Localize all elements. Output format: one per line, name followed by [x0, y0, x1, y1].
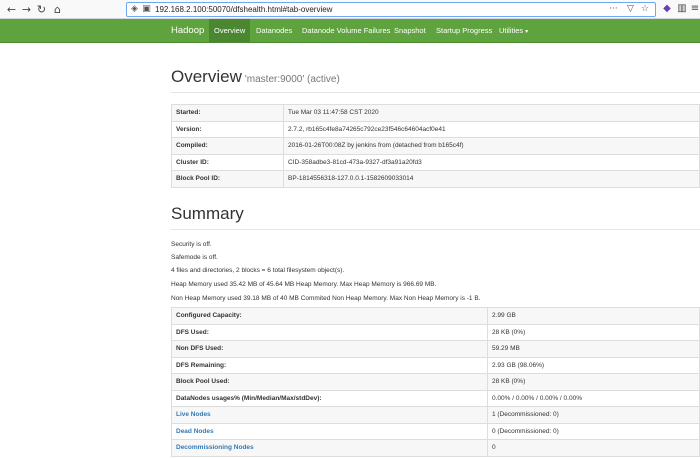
hadoop-navbar: Hadoop Overview Datanodes Datanode Volum… — [0, 19, 700, 43]
star-icon[interactable]: ☆ — [641, 4, 649, 15]
table-row: Non DFS Used: 59.29 MB — [171, 340, 700, 358]
row-value: 0 (Decommissioned: 0) — [487, 422, 700, 440]
tab-startup-progress[interactable]: Startup Progress — [431, 19, 497, 43]
row-value: 28 KB (0%) — [487, 373, 700, 391]
row-key: DFS Remaining: — [171, 356, 488, 374]
table-row: Version: 2.7.2, rb165c4fe8a74265c792ce23f… — [171, 120, 700, 138]
sidebar-icon[interactable]: ▥ — [676, 3, 688, 15]
table-row: Configured Capacity: 2.99 GB — [171, 307, 700, 325]
summary-title: Summary — [171, 204, 244, 223]
reload-icon[interactable]: ↻ — [34, 2, 49, 17]
summary-line: Heap Memory used 35.42 MB of 45.64 MB He… — [171, 281, 437, 288]
overview-title: Overview — [171, 67, 242, 86]
summary-line: Non Heap Memory used 39.18 MB of 40 MB C… — [171, 295, 481, 302]
table-row: Block Pool Used: 28 KB (0%) — [171, 373, 700, 391]
summary-line: 4 files and directories, 2 blocks = 6 to… — [171, 267, 345, 274]
table-row: DataNodes usages% (Min/Median/Max/stdDev… — [171, 389, 700, 407]
utilities-label: Utilities — [499, 26, 524, 35]
row-value: 59.29 MB — [487, 340, 700, 358]
row-value: BP-1814556318-127.0.0.1-1582609033014 — [283, 170, 700, 188]
shield-icon[interactable]: ◈ — [129, 4, 140, 15]
row-key: DataNodes usages% (Min/Median/Max/stdDev… — [171, 389, 488, 407]
back-icon[interactable]: ← — [4, 2, 19, 17]
row-value: Tue Mar 03 11:47:58 CST 2020 — [283, 104, 700, 122]
row-key: Version: — [171, 120, 284, 138]
row-value: 2.93 GB (98.06%) — [487, 356, 700, 374]
table-row: Decommissioning Nodes 0 — [171, 439, 700, 457]
menu-icon[interactable]: ≡ — [689, 3, 700, 15]
table-row: Block Pool ID: BP-1814556318-127.0.0.1-15… — [171, 170, 700, 188]
row-key: DFS Used: — [171, 323, 488, 341]
tab-overview[interactable]: Overview — [209, 19, 251, 43]
address-bar[interactable]: ◈ ▣ 192.168.2.100:50070/dfshealth.html#t… — [126, 2, 656, 17]
row-key-link[interactable]: Dead Nodes — [171, 422, 488, 440]
tab-utilities[interactable]: Utilities ▾ — [494, 19, 533, 43]
home-icon[interactable]: ⌂ — [50, 2, 65, 17]
row-key: Block Pool Used: — [171, 373, 488, 391]
browser-toolbar: ← → ↻ ⌂ ◈ ▣ 192.168.2.100:50070/dfshealt… — [0, 0, 700, 19]
divider — [171, 229, 700, 230]
table-row: Compiled: 2016-01-26T00:08Z by jenkins fr… — [171, 137, 700, 155]
lock-icon[interactable]: ▣ — [141, 4, 152, 15]
table-row: Started: Tue Mar 03 11:47:58 CST 2020 — [171, 104, 700, 122]
row-key-link[interactable]: Decommissioning Nodes — [171, 439, 488, 457]
bookmark-icon[interactable]: ▽ — [627, 4, 634, 15]
table-row: DFS Remaining: 2.93 GB (98.06%) — [171, 356, 700, 374]
overview-heading: Overview'master:9000' (active) — [171, 67, 340, 87]
summary-line: Safemode is off. — [171, 254, 218, 261]
row-value: 28 KB (0%) — [487, 323, 700, 341]
divider — [171, 92, 700, 93]
row-value: 1 (Decommissioned: 0) — [487, 406, 700, 424]
caret-down-icon: ▾ — [525, 29, 529, 35]
table-row: Cluster ID: CID-358adbe3-81cd-473a-9327-d… — [171, 153, 700, 171]
row-key: Compiled: — [171, 137, 284, 155]
row-key: Started: — [171, 104, 284, 122]
row-value: 2016-01-26T00:08Z by jenkins from (detac… — [283, 137, 700, 155]
row-key: Configured Capacity: — [171, 307, 488, 325]
row-value: 2.99 GB — [487, 307, 700, 325]
extension-icon[interactable]: ◆ — [661, 3, 673, 15]
row-key: Cluster ID: — [171, 153, 284, 171]
tab-snapshot[interactable]: Snapshot — [389, 19, 431, 43]
tab-datanodes[interactable]: Datanodes — [251, 19, 297, 43]
overview-subtitle: 'master:9000' (active) — [244, 74, 340, 85]
url-text[interactable]: 192.168.2.100:50070/dfshealth.html#tab-o… — [155, 3, 332, 16]
row-value: 2.7.2, rb165c4fe8a74265c792ce23f546c6460… — [283, 120, 700, 138]
brand-logo[interactable]: Hadoop — [171, 19, 204, 43]
row-value: 0 — [487, 439, 700, 457]
row-key-link[interactable]: Live Nodes — [171, 406, 488, 424]
table-row: Live Nodes 1 (Decommissioned: 0) — [171, 406, 700, 424]
row-key: Block Pool ID: — [171, 170, 284, 188]
tab-datanode-volume-failures[interactable]: Datanode Volume Failures — [297, 19, 395, 43]
row-value: 0.00% / 0.00% / 0.00% / 0.00% — [487, 389, 700, 407]
row-value: CID-358adbe3-81cd-473a-9327-df3a91a20fd3 — [283, 153, 700, 171]
forward-icon[interactable]: → — [19, 2, 34, 17]
summary-table: Configured Capacity: 2.99 GB DFS Used: 28 K… — [171, 307, 700, 457]
table-row: DFS Used: 28 KB (0%) — [171, 323, 700, 341]
summary-line: Security is off. — [171, 241, 212, 248]
overview-table: Started: Tue Mar 03 11:47:58 CST 2020 Vers… — [171, 104, 700, 188]
row-key: Non DFS Used: — [171, 340, 488, 358]
table-row: Dead Nodes 0 (Decommissioned: 0) — [171, 422, 700, 440]
more-icon[interactable]: ··· — [609, 4, 618, 15]
